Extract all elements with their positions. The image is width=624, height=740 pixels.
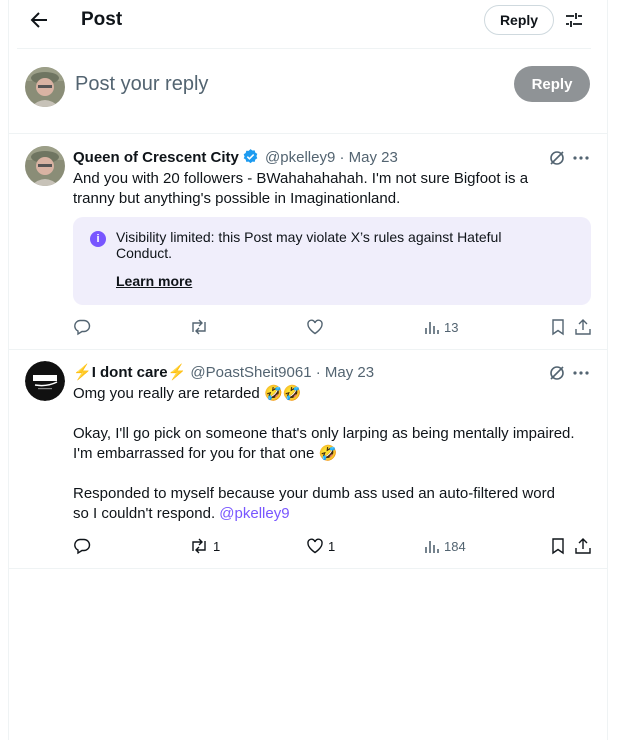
repost-action[interactable] [189,317,209,337]
views-action[interactable]: 184 [424,536,466,556]
bookmark-action[interactable] [550,317,566,337]
like-action[interactable] [306,317,324,337]
avatar[interactable] [25,361,65,401]
more-options-icon[interactable] [571,363,591,383]
repost-icon [189,537,209,555]
verified-badge-icon [242,148,259,169]
laughing-emoji: 🤣🤣 [263,385,302,402]
reply-input[interactable]: Post your reply [75,73,208,96]
post-text-line: tranny but anything's possible in Imagin… [73,190,401,207]
display-name[interactable]: ⚡I dont care⚡ [73,364,186,381]
post-text-segment: so I couldn't respond. [73,505,216,522]
post-actions: 13 [73,317,593,337]
post-meta: Queen of Crescent City @pkelley9 · May 2… [73,148,398,169]
reply-action[interactable] [73,317,91,337]
grok-icon[interactable] [547,148,567,168]
post-text-line: so I couldn't respond. @pkelley9 [73,504,593,524]
post-actions: 1 1 184 [73,536,593,556]
post-text-segment: I'm embarrassed for you for that one [73,445,315,462]
bookmark-action[interactable] [550,536,566,556]
laughing-emoji: 🤣 [318,445,338,462]
display-name-text: I dont care [91,364,168,381]
heart-icon [306,537,324,555]
views-icon [424,538,440,554]
share-action[interactable] [574,317,592,337]
repost-icon [189,318,209,336]
share-action[interactable] [574,536,592,556]
user-handle[interactable]: @pkelley9 [265,149,335,166]
page-title: Post [81,9,123,30]
like-count: 1 [328,538,336,554]
bookmark-icon [550,537,566,555]
display-name[interactable]: Queen of Crescent City [73,149,239,166]
post-text: Omg you really are retarded 🤣🤣 Okay, I'l… [73,384,593,524]
post-date[interactable]: · May 23 [339,149,397,166]
post-text-line: I'm embarrassed for you for that one 🤣 [73,444,593,464]
views-icon [424,319,440,335]
post-date[interactable]: · May 23 [316,364,374,381]
reply-post[interactable]: Queen of Crescent City @pkelley9 · May 2… [9,134,607,350]
avatar[interactable] [25,146,65,186]
reply-post[interactable]: ⚡I dont care⚡ @PoastSheit9061 · May 23 O… [9,349,607,569]
reply-action[interactable] [73,536,91,556]
back-arrow-icon[interactable] [27,8,51,32]
reply-icon [73,318,91,336]
heart-icon [306,318,324,336]
share-icon [574,537,592,555]
post-text-segment: Omg you really are retarded [73,385,260,402]
post-text: And you with 20 followers - BWahahahahah… [73,169,593,209]
mention-link[interactable]: @pkelley9 [219,505,289,522]
bolt-emoji: ⚡ [167,364,187,381]
bookmark-icon [550,318,566,336]
post-text-line: Responded to myself because your dumb as… [73,485,555,502]
sliders-icon[interactable] [563,9,585,31]
views-count: 13 [444,319,459,335]
notice-text: Visibility limited: this Post may violat… [116,229,502,261]
reply-composer: Post your reply Reply [9,49,607,134]
avatar [25,67,65,107]
learn-more-link[interactable]: Learn more [116,273,192,289]
info-icon: i [90,231,106,247]
post-meta: ⚡I dont care⚡ @PoastSheit9061 · May 23 [73,363,374,381]
repost-action[interactable]: 1 [189,536,220,556]
grok-icon[interactable] [547,363,567,383]
post-text-line: And you with 20 followers - BWahahahahah… [73,170,529,187]
reply-icon [73,537,91,555]
visibility-notice: i Visibility limited: this Post may viol… [73,217,591,305]
post-header: Post Reply [9,0,607,42]
like-action[interactable]: 1 [306,536,335,556]
more-options-icon[interactable] [571,148,591,168]
header-reply-button[interactable]: Reply [484,5,554,35]
timeline-column: Post Reply Post your reply Reply Queen o… [8,0,608,740]
reply-submit-button[interactable]: Reply [514,66,590,102]
repost-count: 1 [213,538,221,554]
post-text-line: Omg you really are retarded 🤣🤣 [73,384,593,404]
post-text-line: Okay, I'll go pick on someone that's onl… [73,425,575,442]
bolt-emoji: ⚡ [73,364,92,381]
user-handle[interactable]: @PoastSheit9061 [190,364,311,381]
share-icon [574,318,592,336]
views-action[interactable]: 13 [424,317,458,337]
views-count: 184 [444,538,466,554]
